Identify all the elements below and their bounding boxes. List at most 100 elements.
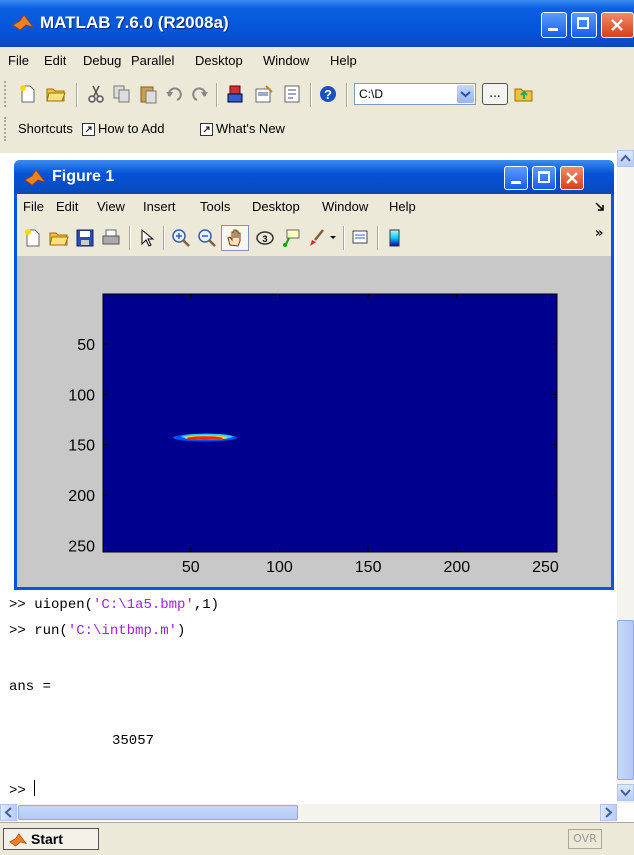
matlab-logo-icon (12, 14, 34, 31)
new-figure-icon[interactable] (23, 228, 43, 248)
menu-parallel[interactable]: Parallel (131, 53, 174, 68)
copy-icon[interactable] (112, 84, 132, 104)
chevron-down-icon (620, 789, 631, 797)
save-icon[interactable] (75, 228, 95, 248)
current-directory-select[interactable]: C:\D (354, 83, 476, 105)
start-label: Start (31, 831, 63, 847)
horizontal-scrollbar[interactable] (0, 804, 617, 821)
up-folder-icon[interactable] (514, 84, 534, 104)
link-plot-icon[interactable] (351, 228, 371, 248)
open-folder-icon[interactable] (46, 84, 66, 104)
command-text-rest: ,1) (193, 597, 220, 613)
shortcuts-bar: Shortcuts How to Add What's New (0, 113, 634, 145)
maximize-button[interactable] (571, 12, 597, 38)
y-tick-label: 50 (77, 337, 95, 354)
menu-window[interactable]: Window (263, 53, 309, 68)
paste-icon[interactable] (138, 84, 158, 104)
figure-menu-file[interactable]: File (23, 199, 44, 214)
zoom-out-icon[interactable] (197, 228, 217, 248)
pan-hand-icon (227, 229, 241, 247)
figure-canvas: 50 100 150 200 250 50 100 150 200 250 (17, 256, 611, 587)
figure-title-bar[interactable]: Figure 1 (14, 160, 614, 194)
how-to-add-link[interactable]: How to Add (98, 121, 165, 136)
print-icon[interactable] (101, 228, 121, 248)
figure-menu-edit[interactable]: Edit (56, 199, 78, 214)
zoom-in-icon[interactable] (171, 228, 191, 248)
command-prompt: >> (9, 783, 35, 799)
x-tick-label: 150 (355, 559, 382, 576)
figure-menu-insert[interactable]: Insert (143, 199, 176, 214)
scroll-up-button[interactable] (617, 150, 634, 167)
y-tick-label: 150 (68, 438, 95, 455)
chevron-down-icon (460, 91, 471, 98)
redo-icon[interactable] (190, 84, 210, 104)
figure-menu-tools[interactable]: Tools (200, 199, 230, 214)
heatmap-image[interactable] (102, 293, 558, 553)
minimize-icon (511, 181, 521, 184)
figure-menu-help[interactable]: Help (389, 199, 416, 214)
pan-button[interactable] (221, 225, 249, 251)
toolbar-grip[interactable] (4, 81, 9, 107)
rotate-3d-icon[interactable]: 3 (255, 228, 275, 248)
command-input-line[interactable]: >> (9, 780, 36, 799)
toolbar-overflow-chevron[interactable]: » (595, 226, 603, 241)
profiler-icon[interactable] (282, 84, 302, 104)
help-icon[interactable]: ? (318, 84, 338, 104)
scroll-thumb[interactable] (617, 620, 634, 780)
edit-plot-cursor-icon[interactable] (137, 228, 157, 248)
brush-icon[interactable] (307, 228, 327, 248)
figure-menu-view[interactable]: View (97, 199, 125, 214)
vertical-scrollbar[interactable] (617, 150, 634, 803)
menu-desktop[interactable]: Desktop (195, 53, 243, 68)
matlab-logo-icon (24, 169, 46, 186)
figure-minimize-button[interactable] (504, 166, 528, 190)
figure-menu-desktop[interactable]: Desktop (252, 199, 300, 214)
main-title-bar[interactable]: MATLAB 7.6.0 (R2008a) (0, 0, 634, 47)
command-prompt: >> (9, 623, 35, 639)
undock-arrow-icon[interactable] (595, 202, 605, 212)
whats-new-link[interactable]: What's New (216, 121, 285, 136)
browse-directory-button[interactable]: ... (482, 83, 508, 105)
minimize-icon (548, 28, 558, 31)
cut-icon[interactable] (86, 84, 106, 104)
guide-icon[interactable] (254, 84, 274, 104)
command-text: run( (34, 623, 68, 639)
simulink-icon[interactable] (226, 84, 246, 104)
h-scroll-thumb[interactable] (18, 805, 298, 820)
command-line-2: >> run('C:\intbmp.m') (9, 623, 185, 639)
menu-file[interactable]: File (8, 53, 29, 68)
start-button[interactable]: Start (3, 828, 99, 850)
scroll-down-button[interactable] (617, 784, 634, 801)
minimize-button[interactable] (541, 12, 567, 38)
current-directory-value: C:\D (359, 87, 383, 101)
figure-menu-window[interactable]: Window (322, 199, 368, 214)
dropdown-button[interactable] (457, 85, 474, 103)
new-file-icon[interactable] (18, 84, 38, 104)
chevron-left-icon (4, 807, 12, 818)
open-file-icon[interactable] (49, 228, 69, 248)
scroll-right-button[interactable] (600, 804, 617, 821)
undo-icon[interactable] (164, 84, 184, 104)
figure-window[interactable]: Figure 1 File Edit View Insert Tools Des… (14, 160, 614, 590)
menu-edit[interactable]: Edit (44, 53, 66, 68)
figure-title: Figure 1 (52, 168, 115, 185)
scroll-left-button[interactable] (0, 804, 17, 821)
shortcuts-label[interactable]: Shortcuts (18, 121, 73, 136)
x-tick-label: 250 (532, 559, 559, 576)
menu-help[interactable]: Help (330, 53, 357, 68)
colorbar-icon[interactable] (385, 228, 405, 248)
y-tick-label: 250 (68, 538, 95, 555)
shortcut-link-icon (200, 123, 213, 136)
heatmap-axes[interactable]: 50 100 150 200 250 50 100 150 200 250 (17, 256, 611, 587)
brush-dropdown-icon[interactable] (329, 235, 337, 241)
close-button[interactable] (601, 12, 634, 38)
command-string: 'C:\1a5.bmp' (93, 597, 194, 613)
command-text-rest: ) (177, 623, 186, 639)
menu-debug[interactable]: Debug (83, 53, 121, 68)
ans-label: ans = (9, 679, 52, 695)
figure-menu-bar: File Edit View Insert Tools Desktop Wind… (17, 194, 611, 220)
figure-close-button[interactable] (560, 166, 584, 190)
figure-maximize-button[interactable] (532, 166, 556, 190)
data-cursor-icon[interactable] (281, 228, 301, 248)
x-tick-label: 200 (443, 559, 470, 576)
